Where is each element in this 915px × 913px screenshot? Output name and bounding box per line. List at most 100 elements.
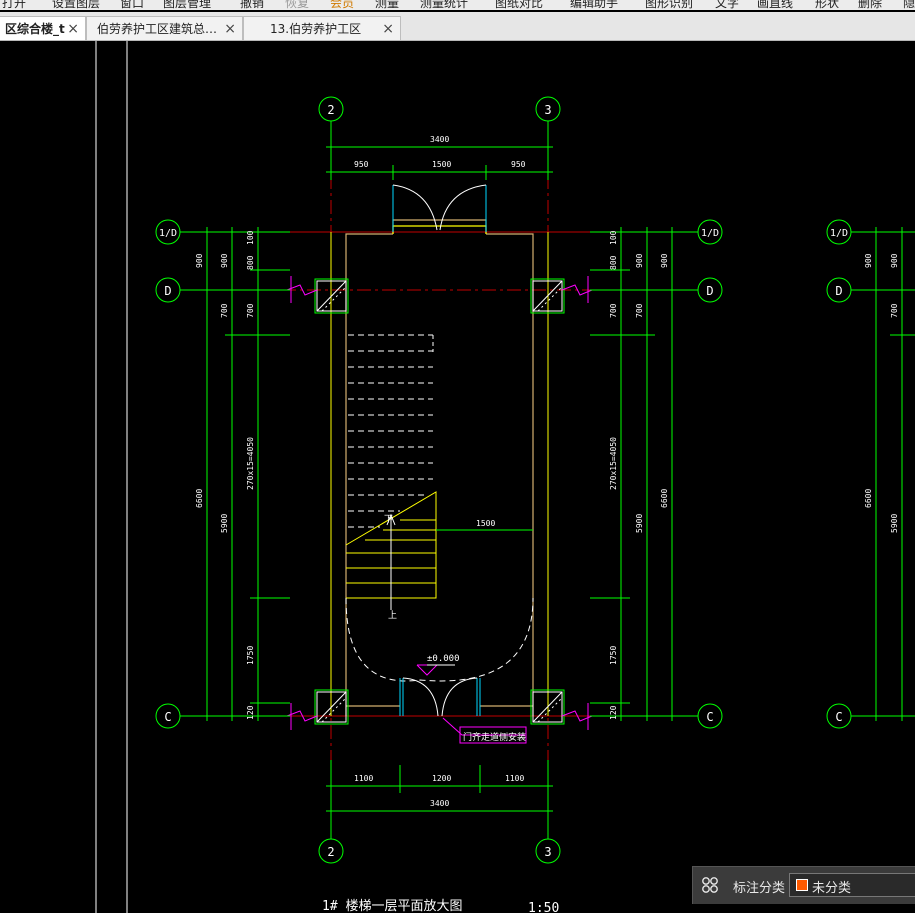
annotation-category-panel: 标注分类 未分类 bbox=[692, 866, 915, 904]
dim-v700: 700 bbox=[246, 303, 255, 318]
right-dimensions bbox=[590, 227, 680, 721]
inner-walls bbox=[330, 232, 549, 716]
dim-v900: 900 bbox=[195, 253, 204, 268]
landing-dim: 1500 bbox=[476, 519, 495, 528]
drawing-canvas[interactable]: 下 上 1500 ±0.000 门齐走道侧安装 3400 950 1500 95… bbox=[0, 41, 915, 913]
dim-vstair: 270x15=4050 bbox=[246, 437, 255, 490]
menu-hide[interactable]: 隐 bbox=[903, 0, 915, 10]
dim-bot-right: 1100 bbox=[505, 774, 524, 783]
adjacent-drawing-dimensions bbox=[865, 227, 915, 721]
axis-label-d: D bbox=[164, 284, 171, 298]
axis-label-3: 3 bbox=[544, 103, 551, 117]
dim-vstair: 270x15=4050 bbox=[609, 437, 618, 490]
dim-v700: 700 bbox=[635, 303, 644, 318]
axis-label-d: D bbox=[706, 284, 713, 298]
dim-top-right: 950 bbox=[511, 160, 526, 169]
exterior-walls bbox=[345, 219, 534, 716]
close-icon[interactable]: × bbox=[67, 17, 79, 40]
dim-v900: 900 bbox=[660, 253, 669, 268]
tab-label: 13.伯劳养护工区 bbox=[270, 22, 362, 36]
dim-v6600: 6600 bbox=[195, 489, 204, 508]
stair-down-label: 下 bbox=[384, 515, 393, 525]
tab-label: 伯劳养护工区建筑总… bbox=[97, 22, 218, 36]
dim-v900: 900 bbox=[220, 253, 229, 268]
dim-v800: 800 bbox=[246, 255, 255, 270]
close-icon[interactable]: × bbox=[382, 17, 394, 40]
dim-v100: 100 bbox=[246, 230, 255, 245]
menu-vip[interactable]: 会员 bbox=[330, 0, 354, 10]
menu-open[interactable]: 打开 bbox=[2, 0, 26, 10]
menu-layer-manager[interactable]: 图层管理 bbox=[163, 0, 211, 10]
axis-bubbles bbox=[155, 96, 915, 864]
adjacent-dim-texts: 900 900 700 6600 5900 bbox=[864, 253, 899, 533]
axis-label-1d: 1/D bbox=[830, 228, 848, 239]
annotation-category-select[interactable]: 未分类 bbox=[789, 873, 915, 897]
axis-label-1d: 1/D bbox=[701, 228, 719, 239]
menu-measure-stats[interactable]: 测量统计 bbox=[420, 0, 468, 10]
dim-v6600: 6600 bbox=[864, 489, 873, 508]
menu-measure[interactable]: 测量 bbox=[375, 0, 399, 10]
menu-shape-recognition[interactable]: 图形识别 bbox=[645, 0, 693, 10]
menu-draw-line[interactable]: 画直线 bbox=[757, 0, 793, 10]
category-color-swatch bbox=[796, 879, 808, 891]
right-dim-texts: 100 800 900 900 700 700 270x15=4050 5900… bbox=[609, 230, 669, 720]
dim-top-total: 3400 bbox=[430, 135, 449, 144]
dim-bot-total: 3400 bbox=[430, 799, 449, 808]
menu-delete[interactable]: 删除 bbox=[858, 0, 882, 10]
axis-label-c: C bbox=[835, 710, 842, 724]
annotation-category-value: 未分类 bbox=[812, 881, 852, 896]
dim-v900: 900 bbox=[635, 253, 644, 268]
grid-icon[interactable] bbox=[701, 876, 719, 894]
sheet-border-lines bbox=[95, 41, 128, 913]
stair-treads bbox=[348, 334, 433, 528]
drawing-title: 1# 楼梯一层平面放大图 bbox=[322, 899, 462, 913]
menu-drawing-compare[interactable]: 图纸对比 bbox=[495, 0, 543, 10]
floor-level: ±0.000 bbox=[427, 654, 460, 664]
menu-undo[interactable]: 撤销 bbox=[240, 0, 264, 10]
axis-label-d: D bbox=[835, 284, 842, 298]
tab-architecture-general[interactable]: 伯劳养护工区建筑总… × bbox=[86, 16, 243, 40]
dim-v5900: 5900 bbox=[890, 514, 899, 533]
stair-up-label: 上 bbox=[388, 610, 397, 621]
axis-label-c: C bbox=[706, 710, 713, 724]
dim-v700: 700 bbox=[890, 303, 899, 318]
menu-text[interactable]: 文字 bbox=[715, 0, 739, 10]
bottom-double-door bbox=[399, 677, 481, 717]
dim-v900: 900 bbox=[890, 253, 899, 268]
dim-v5900: 5900 bbox=[635, 514, 644, 533]
dim-top-left: 950 bbox=[354, 160, 369, 169]
menu-layer-settings[interactable]: 设置图层 bbox=[52, 0, 100, 10]
bottom-dimensions bbox=[326, 760, 553, 818]
tab-label: 区综合楼_t bbox=[5, 22, 65, 36]
dim-bot-left: 1100 bbox=[354, 774, 373, 783]
axis-label-3: 3 bbox=[544, 845, 551, 859]
dim-v120: 120 bbox=[246, 705, 255, 720]
menu-edit-helper[interactable]: 编辑助手 bbox=[570, 0, 618, 10]
menu-redo[interactable]: 恢复 bbox=[285, 0, 309, 10]
dim-v700: 700 bbox=[220, 303, 229, 318]
door-note: 门齐走道侧安装 bbox=[463, 731, 526, 743]
left-dimensions bbox=[200, 227, 290, 721]
document-tab-bar: 区综合楼_t × 伯劳养护工区建筑总… × 13.伯劳养护工区 × bbox=[0, 12, 915, 41]
axis-label-c: C bbox=[164, 710, 171, 724]
dim-v900: 900 bbox=[864, 253, 873, 268]
dim-v100: 100 bbox=[609, 230, 618, 245]
dim-bot-mid: 1200 bbox=[432, 774, 451, 783]
left-dim-texts: 900 900 100 800 700 700 6600 5900 270x15… bbox=[195, 230, 255, 720]
tab-maintenance-area[interactable]: 13.伯劳养护工区 × bbox=[243, 16, 401, 40]
dim-v1750: 1750 bbox=[609, 646, 618, 665]
dim-v700: 700 bbox=[609, 303, 618, 318]
landing-arc bbox=[345, 597, 534, 682]
close-icon[interactable]: × bbox=[224, 17, 236, 40]
level-marker bbox=[416, 664, 439, 676]
menu-shape[interactable]: 形状 bbox=[815, 0, 839, 10]
menu-window[interactable]: 窗口 bbox=[120, 0, 144, 10]
dim-v1750: 1750 bbox=[246, 646, 255, 665]
top-double-door bbox=[392, 184, 487, 232]
axis-label-2: 2 bbox=[327, 845, 334, 859]
tab-complex-building[interactable]: 区综合楼_t × bbox=[0, 16, 86, 40]
axis-label-1d: 1/D bbox=[159, 228, 177, 239]
dim-v5900: 5900 bbox=[220, 514, 229, 533]
menu-bar: 打开 设置图层 窗口 图层管理 撤销 恢复 会员 测量 测量统计 图纸对比 编辑… bbox=[0, 0, 915, 10]
dim-v6600: 6600 bbox=[660, 489, 669, 508]
